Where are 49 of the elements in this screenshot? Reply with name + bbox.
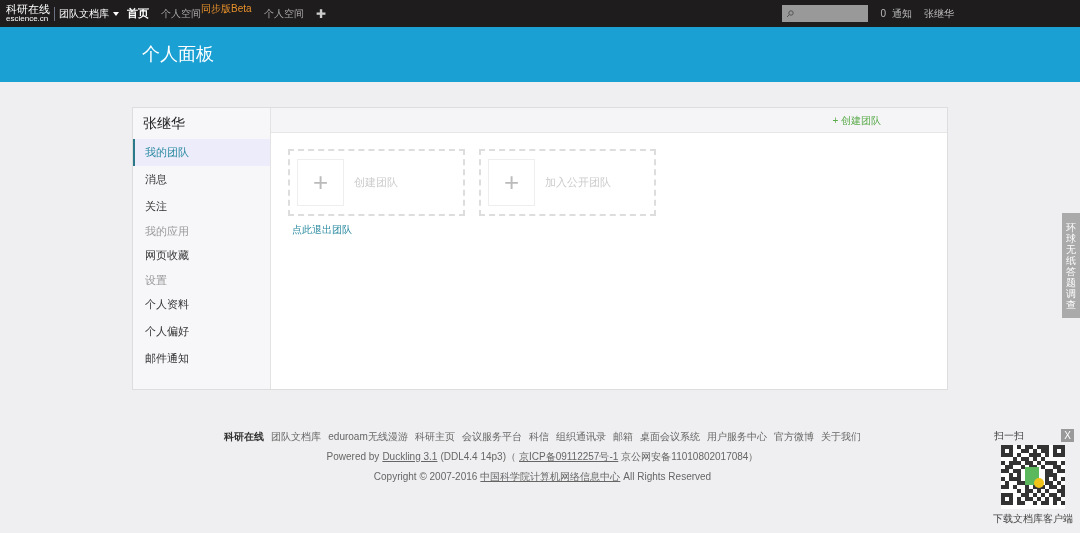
section-header: 我的应用 <box>144 223 190 239</box>
create-team-link[interactable]: + 创建团队 <box>832 112 881 128</box>
sidebar-item[interactable]: 邮件通知 <box>133 345 270 372</box>
duckling-link[interactable]: Duckling 3.1 <box>382 449 438 464</box>
nav-tab[interactable]: 首页 <box>127 5 149 22</box>
rights-text: All Rights Reserved <box>623 470 712 484</box>
sidebar-item[interactable]: 网页收藏 <box>133 242 270 269</box>
cnic-link[interactable]: 中国科学院计算机网络信息中心 <box>480 469 621 484</box>
page-title: 个人面板 <box>142 43 214 66</box>
footer-link[interactable]: 团队文档库 <box>271 429 322 444</box>
sidebar-item[interactable]: 我的团队 <box>133 139 270 166</box>
section-header: 设置 <box>144 272 168 288</box>
nav-tab[interactable]: 个人空间 <box>263 6 304 21</box>
plus-icon: + <box>488 159 535 206</box>
escience-logo[interactable]: 科研在线 escience.cn <box>6 3 50 24</box>
footer-link[interactable]: 会议服务平台 <box>461 429 522 444</box>
footer-link[interactable]: 关于我们 <box>820 429 861 444</box>
qr-caption: 下载文档库客户端 <box>993 512 1073 526</box>
version-text: (DDL4.4 14p3)（ <box>440 450 516 464</box>
footer-link[interactable]: 科研主页 <box>414 429 455 444</box>
qr-title: 扫一扫 <box>994 429 1024 443</box>
add-button[interactable]: ✚ <box>315 4 326 23</box>
user-name-link[interactable]: 张继华 <box>924 6 954 21</box>
footer-link[interactable]: eduroam无线漫游 <box>328 429 408 444</box>
plus-icon: + <box>297 159 344 206</box>
icp-link[interactable]: 京ICP备09112257号-1 <box>519 449 619 464</box>
search-field[interactable] <box>782 5 869 22</box>
sidebar-item[interactable]: 关注 <box>133 193 270 220</box>
close-button[interactable]: X <box>1061 429 1074 442</box>
search-icon <box>786 9 795 18</box>
police-record-text: 京公网安备11010802017084） <box>621 450 759 464</box>
sidebar-item[interactable]: 个人资料 <box>133 291 270 318</box>
qr-code-icon <box>1001 445 1065 509</box>
footer-brand: 科研在线 <box>224 430 265 444</box>
powered-by-text: Powered by <box>326 450 380 464</box>
footer-link[interactable]: 科信 <box>528 429 549 444</box>
notification-link[interactable]: 0 通知 <box>880 6 912 21</box>
copyright-text: Copyright © 2007-2016 <box>373 470 478 484</box>
footer-link[interactable]: 桌面会议系统 <box>639 429 700 444</box>
sidebar-item[interactable]: 个人偏好 <box>133 318 270 345</box>
footer-link[interactable]: 邮箱 <box>612 429 633 444</box>
sidebar-item[interactable]: 消息 <box>133 166 270 193</box>
sidebar-user-name: 张继华 <box>142 114 186 133</box>
product-menu[interactable]: 团队文档库 <box>59 6 119 21</box>
footer-link[interactable]: 官方微博 <box>773 429 814 444</box>
footer-link[interactable]: 用户服务中心 <box>706 429 767 444</box>
exit-team-link[interactable]: 点此退出团队 <box>292 222 947 237</box>
footer-link[interactable]: 组织通讯录 <box>555 429 606 444</box>
caret-icon <box>113 11 119 16</box>
